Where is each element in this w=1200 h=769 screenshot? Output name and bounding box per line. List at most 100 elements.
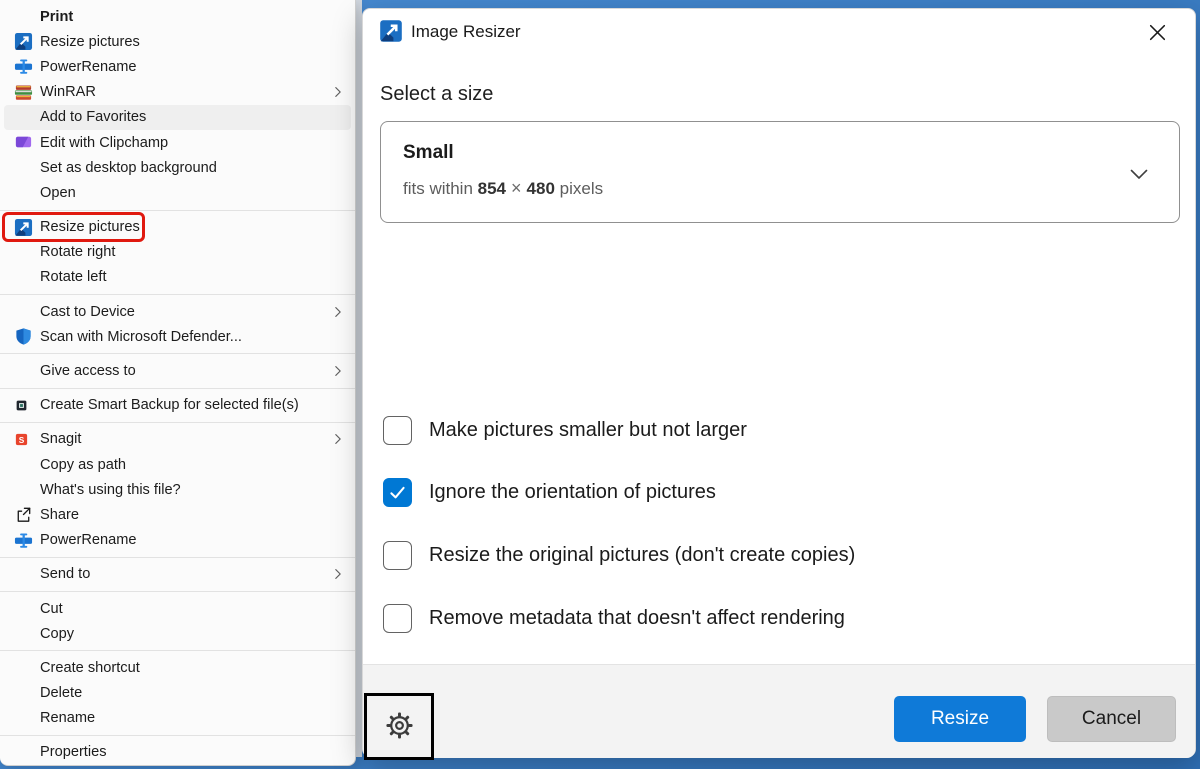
menu-item-send-to[interactable]: Send to [0,562,355,587]
icon-slot-empty [14,242,40,262]
cancel-button[interactable]: Cancel [1047,696,1176,742]
menu-item-label: Print [40,9,73,25]
menu-separator [0,388,355,389]
menu-item-add-to-favorites[interactable]: Add to Favorites [4,105,351,130]
icon-slot-empty [14,599,40,619]
menu-item-rotate-left[interactable]: Rotate left [0,265,355,290]
menu-item-rename[interactable]: Rename [0,706,355,731]
menu-item-powerrename[interactable]: PowerRename [0,528,355,553]
size-name: Small [403,142,454,164]
icon-slot-empty [14,708,40,728]
menu-item-give-access-to[interactable]: Give access to [0,358,355,383]
menu-item-label: Snagit [40,431,81,447]
menu-item-label: Rotate left [40,269,107,285]
menu-item-label: Rotate right [40,244,115,260]
menu-separator [0,735,355,736]
chevron-right-icon [331,85,345,99]
menu-separator [0,422,355,423]
close-button[interactable] [1143,22,1171,46]
menu-item-label: Send to [40,566,90,582]
menu-item-rotate-right[interactable]: Rotate right [0,240,355,265]
menu-item-scan-with-microsoft-defender[interactable]: Scan with Microsoft Defender... [0,324,355,349]
menu-item-delete[interactable]: Delete [0,681,355,706]
menu-separator [0,591,355,592]
defender-icon [14,327,40,347]
menu-item-resize-pictures[interactable]: Resize pictures [0,215,355,240]
image-resizer-icon [14,217,40,237]
chevron-down-icon [1127,162,1151,191]
option-label[interactable]: Remove metadata that doesn't affect rend… [429,607,845,630]
option-label[interactable]: Ignore the orientation of pictures [429,481,716,504]
menu-item-create-smart-backup-for-selected-file-s[interactable]: Create Smart Backup for selected file(s) [0,393,355,418]
icon-slot-empty [14,267,40,287]
menu-item-label: Copy as path [40,457,126,473]
checkbox-unchecked[interactable] [383,416,412,445]
icon-slot-empty [14,107,40,127]
settings-annotation-box [364,693,434,760]
icon-slot-empty [14,564,40,584]
icon-slot-empty [14,683,40,703]
menu-item-label: Give access to [40,363,136,379]
context-menu: Print Resize pictures PowerRename WinRAR Add… [0,0,356,766]
menu-item-cut[interactable]: Cut [0,596,355,621]
menu-separator [0,294,355,295]
share-icon [14,505,40,525]
dialog-footer: Resize Cancel [363,664,1195,758]
resize-button[interactable]: Resize [894,696,1026,742]
powerrename-icon [14,530,40,550]
icon-slot-empty [14,7,40,27]
select-size-heading: Select a size [380,83,493,106]
image-resizer-icon [14,32,40,52]
menu-item-cast-to-device[interactable]: Cast to Device [0,299,355,324]
option-label[interactable]: Make pictures smaller but not larger [429,419,747,442]
menu-item-resize-pictures[interactable]: Resize pictures [0,29,355,54]
menu-item-what-s-using-this-file[interactable]: What's using this file? [0,477,355,502]
menu-item-label: PowerRename [40,59,137,75]
icon-slot-empty [14,183,40,203]
settings-button[interactable] [384,710,415,744]
menu-item-snagit[interactable]: S Snagit [0,427,355,452]
icon-slot-empty [14,361,40,381]
menu-separator [0,353,355,354]
option-label[interactable]: Resize the original pictures (don't crea… [429,544,855,567]
smart-backup-icon [14,395,40,415]
menu-item-set-as-desktop-background[interactable]: Set as desktop background [0,155,355,180]
checkbox-checked[interactable] [383,478,412,507]
menu-item-share[interactable]: Share [0,502,355,527]
chevron-right-icon [331,364,345,378]
menu-item-label: Edit with Clipchamp [40,135,168,151]
menu-item-label: Properties [40,744,107,760]
size-dropdown[interactable]: Small fits within 854 × 480 pixels [380,121,1180,223]
menu-item-print[interactable]: Print [0,4,355,29]
menu-item-label: Share [40,507,79,523]
svg-text:S: S [19,436,25,445]
menu-item-edit-with-clipchamp[interactable]: Edit with Clipchamp [0,130,355,155]
menu-item-properties[interactable]: Properties [0,740,355,765]
powerrename-icon [14,57,40,77]
icon-slot-empty [14,742,40,762]
checkbox-unchecked[interactable] [383,541,412,570]
menu-item-label: WinRAR [40,84,96,100]
size-description: fits within 854 × 480 pixels [403,178,603,199]
menu-item-label: Copy [40,626,74,642]
menu-item-copy-as-path[interactable]: Copy as path [0,452,355,477]
dialog-header: Image Resizer [363,9,1195,63]
menu-item-create-shortcut[interactable]: Create shortcut [0,655,355,680]
icon-slot-empty [14,480,40,500]
icon-slot-empty [14,455,40,475]
menu-item-open[interactable]: Open [0,180,355,205]
winrar-icon [14,82,40,102]
menu-item-label: Create shortcut [40,660,140,676]
chevron-right-icon [331,305,345,319]
icon-slot-empty [14,624,40,644]
menu-item-powerrename[interactable]: PowerRename [0,54,355,79]
menu-item-copy[interactable]: Copy [0,621,355,646]
chevron-right-icon [331,567,345,581]
snagit-icon: S [14,429,40,449]
menu-item-label: Scan with Microsoft Defender... [40,329,242,345]
menu-item-label: Open [40,185,76,201]
option-row-resize-the-original: Resize the original pictures (don't crea… [383,524,1173,587]
menu-item-label: Resize pictures [40,34,140,50]
menu-item-winrar[interactable]: WinRAR [0,80,355,105]
checkbox-unchecked[interactable] [383,604,412,633]
